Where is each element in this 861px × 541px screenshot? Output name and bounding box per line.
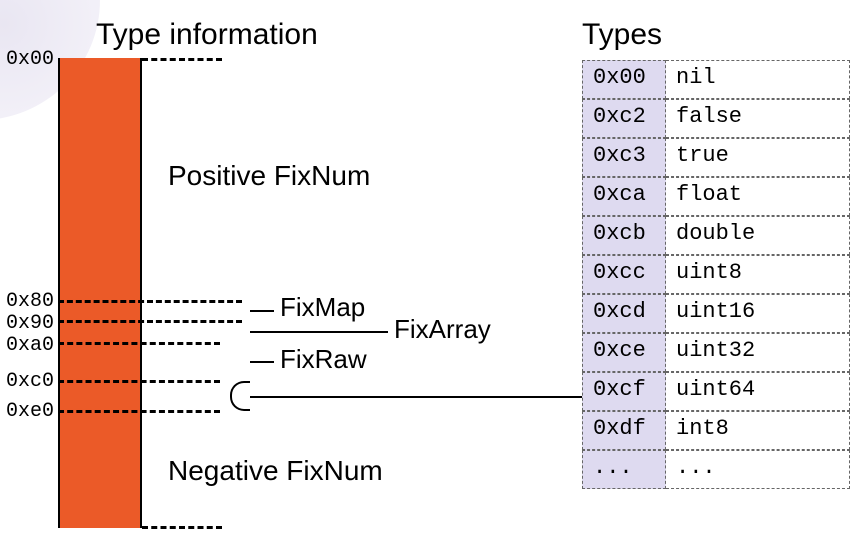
label-fixmap: FixMap [280, 292, 365, 323]
seg-fixraw [250, 361, 274, 363]
table-row: 0xdf int8 [582, 411, 850, 450]
div-0xe0 [58, 410, 220, 413]
label-fixarray: FixArray [394, 314, 491, 345]
title-type-information: Type information [96, 18, 318, 52]
types-code: 0x00 [582, 60, 666, 99]
label-fixraw: FixRaw [280, 344, 367, 375]
types-name: nil [666, 60, 850, 99]
bracket-curve [230, 381, 250, 411]
types-name: int8 [666, 411, 850, 450]
table-row: 0xca float [582, 177, 850, 216]
label-positive-fixnum: Positive FixNum [168, 160, 370, 192]
addr-0xc0: 0xc0 [2, 370, 54, 393]
types-code: ... [582, 450, 666, 489]
table-row: ... ... [582, 450, 850, 489]
table-row: 0xcb double [582, 216, 850, 255]
types-name: uint8 [666, 255, 850, 294]
div-0x90 [58, 320, 242, 323]
types-name: double [666, 216, 850, 255]
addr-0x00: 0x00 [2, 48, 54, 71]
table-row: 0xcc uint8 [582, 255, 850, 294]
types-name: float [666, 177, 850, 216]
type-byte-bar [58, 58, 142, 528]
table-row: 0xc2 false [582, 99, 850, 138]
types-code: 0xc3 [582, 138, 666, 177]
table-row: 0xce uint32 [582, 333, 850, 372]
addr-0x90: 0x90 [2, 312, 54, 335]
table-row: 0xcd uint16 [582, 294, 850, 333]
addr-0xe0: 0xe0 [2, 400, 54, 423]
types-code: 0xcb [582, 216, 666, 255]
table-row: 0xc3 true [582, 138, 850, 177]
table-row: 0xcf uint64 [582, 372, 850, 411]
div-0x80 [58, 300, 242, 303]
types-code: 0xcd [582, 294, 666, 333]
div-0xa0 [58, 342, 220, 345]
types-code: 0xc2 [582, 99, 666, 138]
types-name: true [666, 138, 850, 177]
addr-0x80: 0x80 [2, 290, 54, 313]
types-code: 0xca [582, 177, 666, 216]
types-name: false [666, 99, 850, 138]
bar-top-dash [142, 58, 222, 61]
types-code: 0xce [582, 333, 666, 372]
types-name: ... [666, 450, 850, 489]
div-0xc0 [58, 380, 220, 383]
addr-0xa0: 0xa0 [2, 334, 54, 357]
types-name: uint16 [666, 294, 850, 333]
table-row: 0x00 nil [582, 60, 850, 99]
bar-bottom-dash [142, 526, 222, 529]
types-code: 0xcf [582, 372, 666, 411]
seg-fixmap [250, 310, 274, 312]
types-code: 0xdf [582, 411, 666, 450]
types-name: uint32 [666, 333, 850, 372]
types-table: 0x00 nil 0xc2 false 0xc3 true 0xca float… [582, 60, 850, 489]
seg-fixarray [250, 331, 388, 333]
bracket-to-table [250, 396, 582, 398]
title-types: Types [582, 18, 662, 52]
types-code: 0xcc [582, 255, 666, 294]
label-negative-fixnum: Negative FixNum [168, 455, 383, 487]
types-name: uint64 [666, 372, 850, 411]
